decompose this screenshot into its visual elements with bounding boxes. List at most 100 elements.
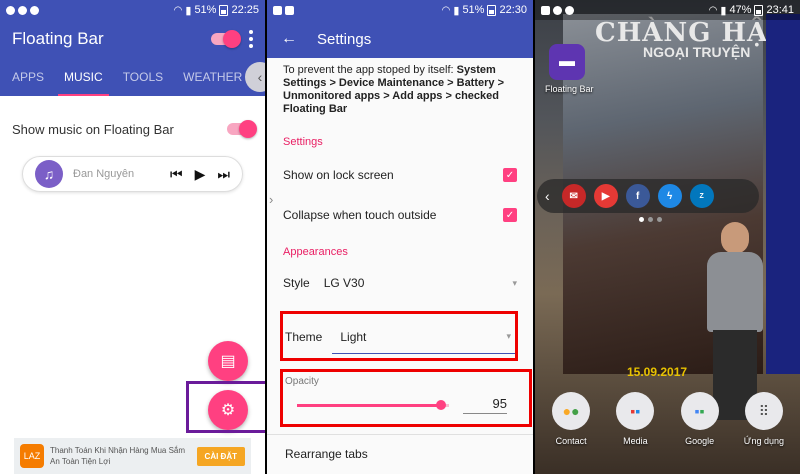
image-notification-icon xyxy=(541,5,550,15)
floating-bar-shortcut-icon[interactable]: ▬ xyxy=(549,44,585,80)
artist-name: Đan Nguyên xyxy=(73,168,135,180)
next-track-icon[interactable]: ⏭ xyxy=(217,166,230,183)
page-indicator xyxy=(639,217,662,222)
tab-music[interactable]: MUSIC xyxy=(58,58,109,96)
floating-bar-shortcut-label: Floating Bar xyxy=(545,84,594,94)
floating-bar-main-screen: ◠ ▮ 51% 22:25 Floating Bar APPS MUSIC TO… xyxy=(0,0,265,474)
messenger-icon xyxy=(18,5,27,15)
media-folder-icon: ▪ ▪ xyxy=(616,392,655,430)
dock-item-google[interactable]: ▪ ▪ Google xyxy=(670,392,730,446)
tab-apps[interactable]: APPS xyxy=(12,58,44,96)
google-folder-icon: ▪ ▪ xyxy=(680,392,719,430)
battery-instruction: To prevent the app stoped by itself: Sys… xyxy=(283,64,505,115)
ad-install-button[interactable]: CÀI ĐẶT xyxy=(196,446,245,466)
settings-highlight-box xyxy=(186,381,265,433)
status-bar: ◠ ▮ 51% 22:25 xyxy=(0,0,265,20)
zalo-icon[interactable]: Z xyxy=(689,184,714,208)
tab-weather[interactable]: WEATHER xyxy=(183,58,242,96)
battery-percent: 47% xyxy=(729,4,752,16)
collapse-chevron-icon[interactable]: ‹ xyxy=(545,188,550,204)
page-title: Settings xyxy=(317,30,372,48)
home-screen: CHÀNG HẬU NGOẠI TRUYỆN 15.09.2017 ◠ ▮ 47… xyxy=(535,0,800,474)
facebook-icon xyxy=(285,5,294,15)
tab-tools[interactable]: TOOLS xyxy=(123,58,163,96)
second-poster xyxy=(766,14,800,374)
app-dock: ● ● Contact ▪ ▪ Media ▪ ▪ Google ⠿ Ứng dụng xyxy=(535,392,800,446)
signal-icon: ▮ xyxy=(185,4,192,17)
toolbox-fab[interactable]: ▤ xyxy=(208,341,248,381)
notification-icon xyxy=(30,5,39,15)
dropdown-arrow-icon: ▾ xyxy=(512,277,517,288)
app-bar: Floating Bar xyxy=(0,20,265,58)
youtube-icon[interactable]: ▶ xyxy=(593,184,618,208)
collapse-outside-row[interactable]: Collapse when touch outside ✓ xyxy=(283,194,517,236)
opacity-value-field[interactable]: 95 xyxy=(463,396,507,414)
status-bar: ◠ ▮ 47% 23:41 xyxy=(535,0,800,20)
clock: 22:25 xyxy=(231,4,259,16)
battery-percent: 51% xyxy=(462,4,485,16)
battery-icon xyxy=(487,4,497,16)
notification-icon xyxy=(6,5,15,15)
signal-icon: ▮ xyxy=(453,4,460,17)
contact-icon: ● ● xyxy=(552,392,591,430)
poster-subtitle: NGOẠI TRUYỆN xyxy=(643,44,751,60)
more-options-icon[interactable] xyxy=(249,30,253,48)
opacity-control: 95 xyxy=(297,396,507,414)
divider xyxy=(267,434,533,435)
style-row: Style LG V30 ▾ xyxy=(283,276,517,290)
tab-bar: APPS MUSIC TOOLS WEATHER CO ‹ xyxy=(0,58,265,96)
show-on-lock-row[interactable]: Show on lock screen ✓ xyxy=(283,156,517,194)
music-note-icon: ♫ xyxy=(35,160,63,188)
ad-banner[interactable]: LAZ Thanh Toán Khi Nhận Hàng Mua Sắm An … xyxy=(14,438,251,474)
battery-icon xyxy=(219,4,229,16)
theme-dropdown[interactable]: Light ▾ xyxy=(332,320,515,354)
dock-item-apps[interactable]: ⠿ Ứng dụng xyxy=(734,392,794,446)
lock-screen-checkbox[interactable]: ✓ xyxy=(503,168,517,182)
apps-grid-icon: ⠿ xyxy=(744,392,783,430)
show-music-row[interactable]: Show music on Floating Bar xyxy=(0,102,265,156)
status-bar: ◠ ▮ 51% 22:30 xyxy=(267,0,533,20)
opacity-label: Opacity xyxy=(285,376,319,387)
floating-bar: ‹ ✉ ▶ f ϟ Z xyxy=(537,179,759,213)
collapse-checkbox[interactable]: ✓ xyxy=(503,208,517,222)
tab-scroll-chevron-icon[interactable]: ‹ xyxy=(245,62,265,92)
app-bar: ← Settings xyxy=(267,20,533,58)
toolbox-icon: ▤ xyxy=(220,353,236,370)
ad-logo-icon: LAZ xyxy=(20,444,44,468)
music-player-preview[interactable]: ♫ Đan Nguyên ⏮ ▶ ⏭ xyxy=(22,156,243,192)
previous-track-icon[interactable]: ⏮ xyxy=(170,166,183,183)
dropdown-arrow-icon: ▾ xyxy=(506,331,511,341)
rearrange-tabs-item[interactable]: Rearrange tabs xyxy=(285,447,368,461)
style-dropdown[interactable]: LG V30 ▾ xyxy=(310,276,517,290)
gmail-icon[interactable]: ✉ xyxy=(561,184,586,208)
master-toggle[interactable] xyxy=(211,30,241,48)
show-music-label: Show music on Floating Bar xyxy=(12,121,174,137)
back-arrow-icon[interactable]: ← xyxy=(281,30,297,48)
theme-row: Theme Light ▾ xyxy=(285,318,515,356)
facebook-icon[interactable]: f xyxy=(625,184,650,208)
opacity-slider[interactable] xyxy=(297,399,449,410)
settings-screen: ◠ ▮ 51% 22:30 ← Settings › To prevent th… xyxy=(267,0,533,474)
app-title: Floating Bar xyxy=(12,29,104,48)
dock-item-media[interactable]: ▪ ▪ Media xyxy=(605,392,665,446)
image-notification-icon xyxy=(273,5,282,15)
battery-percent: 51% xyxy=(194,4,217,16)
section-settings-header: Settings xyxy=(283,136,323,148)
wifi-icon: ◠ xyxy=(173,4,183,16)
poster-date: 15.09.2017 xyxy=(627,365,688,379)
show-music-toggle[interactable] xyxy=(227,120,257,138)
wifi-icon: ◠ xyxy=(441,4,451,16)
notification-icon xyxy=(565,5,574,15)
clock: 23:41 xyxy=(766,4,794,16)
slider-thumb[interactable] xyxy=(436,399,447,410)
dock-item-contact[interactable]: ● ● Contact xyxy=(541,392,601,446)
messenger-icon[interactable]: ϟ xyxy=(657,184,682,208)
clock: 22:30 xyxy=(499,4,527,16)
play-icon[interactable]: ▶ xyxy=(195,166,206,183)
notification-icon xyxy=(553,5,562,15)
section-appearances-header: Appearances xyxy=(283,246,348,258)
chevron-right-icon[interactable]: › xyxy=(269,192,273,207)
ad-text: Thanh Toán Khi Nhận Hàng Mua Sắm An Toàn… xyxy=(50,446,186,466)
signal-icon: ▮ xyxy=(720,4,727,17)
wifi-icon: ◠ xyxy=(708,4,718,16)
